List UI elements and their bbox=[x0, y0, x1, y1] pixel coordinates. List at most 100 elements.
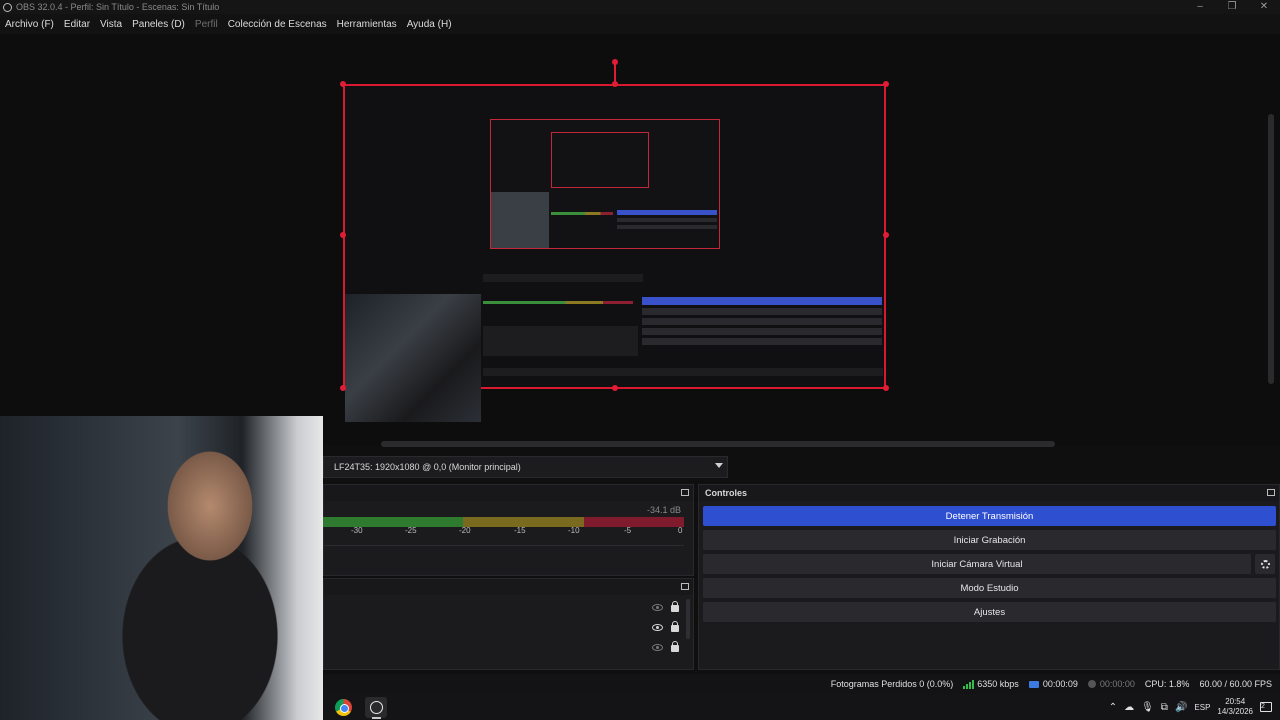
menu-editar[interactable]: Editar bbox=[59, 19, 95, 30]
sources-dock bbox=[323, 578, 694, 670]
nested-stream-button bbox=[617, 210, 717, 215]
nested-preview-frame bbox=[490, 119, 720, 249]
obs-taskbar-icon[interactable] bbox=[365, 697, 387, 718]
preview-horizontal-scrollbar[interactable] bbox=[381, 441, 1055, 447]
source-row[interactable] bbox=[652, 640, 679, 654]
menu-bar: Archivo (F) Editar Vista Paneles (D) Per… bbox=[0, 14, 1280, 34]
menu-herramientas[interactable]: Herramientas bbox=[332, 19, 402, 30]
meter-tick: -10 bbox=[568, 526, 580, 535]
clock-time: 20:54 bbox=[1225, 697, 1246, 706]
virtual-camera-settings-button[interactable] bbox=[1255, 554, 1275, 574]
resize-handle-bottom-left[interactable] bbox=[340, 385, 346, 391]
language-indicator[interactable]: ESP bbox=[1194, 703, 1210, 712]
chevron-up-icon[interactable]: ⌃ bbox=[1109, 702, 1117, 713]
obs-app-icon bbox=[3, 2, 12, 12]
record-icon bbox=[1087, 680, 1096, 688]
nested-status-bar bbox=[483, 368, 883, 376]
title-bar: OBS 32.0.4 - Perfil: Sin Título - Escena… bbox=[0, 0, 1280, 14]
visibility-hidden-icon[interactable] bbox=[652, 643, 663, 651]
nested-preview-frame-inner bbox=[551, 132, 649, 188]
meter-tick: -30 bbox=[351, 526, 363, 535]
preview-area[interactable] bbox=[0, 34, 1280, 446]
source-row[interactable] bbox=[652, 600, 679, 614]
bitrate-indicator: 6350 kbps bbox=[963, 679, 1019, 689]
resize-handle-top-right[interactable] bbox=[883, 81, 889, 87]
visibility-hidden-icon[interactable] bbox=[652, 603, 663, 611]
record-time-value: 00:00:00 bbox=[1099, 679, 1135, 689]
start-recording-button[interactable]: Iniciar Grabación bbox=[703, 530, 1276, 550]
lock-icon[interactable] bbox=[671, 601, 679, 612]
microphone-icon[interactable]: 🎙 bbox=[1141, 702, 1154, 713]
notification-icon[interactable]: 2 bbox=[1260, 702, 1272, 712]
bitrate-value: 6350 kbps bbox=[977, 679, 1019, 689]
stream-time-value: 00:00:09 bbox=[1042, 679, 1078, 689]
menu-coleccion-escenas[interactable]: Colección de Escenas bbox=[223, 19, 332, 30]
resize-handle-right[interactable] bbox=[883, 232, 889, 238]
nested-button bbox=[617, 225, 717, 229]
audio-level-readout: -34.1 dB bbox=[646, 505, 681, 515]
signal-icon bbox=[963, 679, 975, 689]
volume-icon[interactable]: 🔊 bbox=[1175, 702, 1187, 713]
nested-source-bar bbox=[483, 274, 643, 282]
nested-button bbox=[617, 218, 717, 222]
lock-icon[interactable] bbox=[671, 621, 679, 632]
lock-icon[interactable] bbox=[671, 641, 679, 652]
nested-sources-dock bbox=[483, 326, 638, 356]
stream-icon bbox=[1028, 680, 1039, 688]
gear-icon bbox=[1260, 559, 1270, 569]
close-button[interactable]: ✕ bbox=[1248, 0, 1280, 14]
menu-perfil: Perfil bbox=[194, 18, 218, 30]
cloud-icon[interactable]: ☁ bbox=[1124, 702, 1134, 713]
window-controls: – ❐ ✕ bbox=[1184, 0, 1280, 14]
window-title: OBS 32.0.4 - Perfil: Sin Título - Escena… bbox=[16, 2, 220, 12]
visibility-icon[interactable] bbox=[652, 623, 663, 631]
chrome-icon[interactable] bbox=[335, 699, 352, 716]
float-dock-icon[interactable] bbox=[681, 583, 689, 590]
fps-readout: 60.00 / 60.00 FPS bbox=[1199, 679, 1272, 689]
nested-audio-meter bbox=[483, 301, 633, 304]
sources-scrollbar[interactable] bbox=[686, 599, 690, 639]
settings-button[interactable]: Ajustes bbox=[703, 602, 1276, 622]
minimize-button[interactable]: – bbox=[1184, 0, 1216, 14]
start-virtual-camera-button[interactable]: Iniciar Cámara Virtual bbox=[703, 554, 1251, 574]
chevron-down-icon bbox=[715, 463, 723, 468]
meter-tick: -15 bbox=[514, 526, 526, 535]
status-bar: Fotogramas Perdidos 0 (0.0%) 6350 kbps 0… bbox=[323, 674, 1280, 694]
resize-handle-bottom-right[interactable] bbox=[883, 385, 889, 391]
menu-vista[interactable]: Vista bbox=[95, 19, 127, 30]
menu-archivo[interactable]: Archivo (F) bbox=[0, 19, 59, 30]
network-icon[interactable]: ⧉ bbox=[1161, 702, 1168, 713]
nested-studio-button bbox=[642, 328, 882, 335]
dropped-frames: Fotogramas Perdidos 0 (0.0%) bbox=[830, 679, 954, 689]
nested-webcam-image bbox=[345, 294, 481, 422]
notification-count: 2 bbox=[1261, 703, 1265, 710]
mixer-divider bbox=[323, 545, 684, 546]
float-dock-icon[interactable] bbox=[681, 489, 689, 496]
rotation-handle[interactable] bbox=[612, 59, 618, 65]
studio-mode-button[interactable]: Modo Estudio bbox=[703, 578, 1276, 598]
resize-handle-bottom[interactable] bbox=[612, 385, 618, 391]
resize-handle-top-left[interactable] bbox=[340, 81, 346, 87]
nested-meter bbox=[551, 212, 613, 215]
resize-handle-left[interactable] bbox=[340, 232, 346, 238]
menu-ayuda[interactable]: Ayuda (H) bbox=[402, 19, 457, 30]
controls-dock: Controles Detener Transmisión Iniciar Gr… bbox=[698, 484, 1280, 670]
meter-tick: -20 bbox=[459, 526, 471, 535]
float-dock-icon[interactable] bbox=[1267, 489, 1275, 496]
resize-handle-top[interactable] bbox=[612, 81, 618, 87]
nested-settings-button bbox=[642, 338, 882, 345]
taskbar: ⌃ ☁ 🎙 ⧉ 🔊 ESP 20:54 14/3/2026 2 bbox=[323, 694, 1280, 720]
menu-paneles[interactable]: Paneles (D) bbox=[127, 19, 190, 30]
meter-tick: -25 bbox=[405, 526, 417, 535]
preview-vertical-scrollbar[interactable] bbox=[1268, 114, 1274, 384]
monitor-selector[interactable]: LF24T35: 1920x1080 @ 0,0 (Monitor princi… bbox=[323, 456, 728, 478]
nested-stop-stream-button bbox=[642, 297, 882, 305]
webcam-overlay bbox=[0, 416, 323, 720]
source-row[interactable] bbox=[652, 620, 679, 634]
stop-stream-button[interactable]: Detener Transmisión bbox=[703, 506, 1276, 526]
record-time: 00:00:00 bbox=[1087, 679, 1135, 689]
maximize-button[interactable]: ❐ bbox=[1216, 0, 1248, 14]
clock[interactable]: 20:54 14/3/2026 bbox=[1217, 697, 1253, 717]
meter-tick: 0 bbox=[678, 526, 683, 535]
system-tray: ⌃ ☁ 🎙 ⧉ 🔊 ESP 20:54 14/3/2026 2 bbox=[1109, 694, 1272, 720]
